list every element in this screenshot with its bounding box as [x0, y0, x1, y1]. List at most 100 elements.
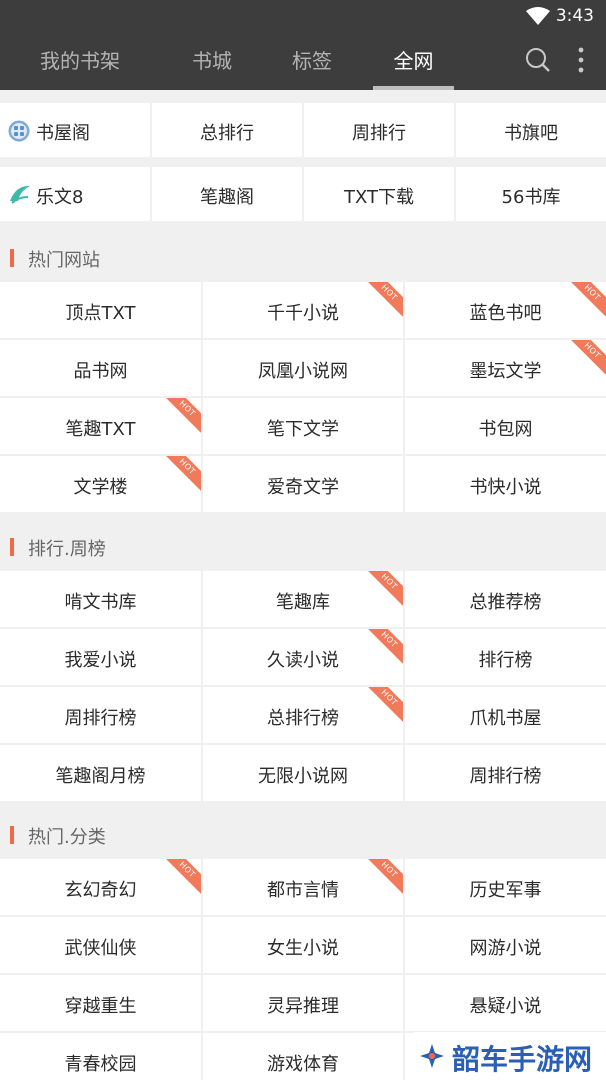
- section-header-hot-sites: 热门网站: [0, 232, 606, 282]
- quick-link-shuqiba[interactable]: 书旗吧: [456, 103, 606, 157]
- grid-item[interactable]: 笔下文学: [203, 398, 403, 454]
- grid-item-label: 游戏体育: [267, 1054, 339, 1075]
- grid-item-label: 笔下文学: [267, 419, 339, 440]
- section-header-weekly-rank: 排行.周榜: [0, 521, 606, 571]
- grid-item[interactable]: 总排行榜 HOT: [203, 687, 403, 743]
- watermark-logo-icon: [420, 1044, 444, 1068]
- grid-item[interactable]: 品书网: [0, 340, 201, 396]
- quick-link-txt-download[interactable]: TXT下载: [304, 167, 454, 221]
- grid-item-label: 武侠仙侠: [64, 938, 137, 959]
- grid-item[interactable]: 无限小说网: [203, 745, 403, 801]
- grid-item[interactable]: 书快小说: [405, 456, 606, 512]
- watermark: 韶车手游网: [414, 1032, 606, 1080]
- section-accent-bar: [10, 826, 14, 844]
- grid-item[interactable]: 都市言情 HOT: [203, 859, 403, 915]
- grid-item-label: 排行榜: [478, 650, 533, 671]
- grid-item[interactable]: 凤凰小说网: [203, 340, 403, 396]
- quick-link-biquge[interactable]: 笔趣阁: [152, 167, 302, 221]
- section-title: 热门网站: [28, 250, 100, 271]
- site-label: 书屋阁: [36, 123, 90, 144]
- grid-item-label: 我爱小说: [64, 650, 137, 671]
- grid-item-label: 无限小说网: [258, 766, 348, 787]
- grid-item[interactable]: 灵异推理: [203, 975, 403, 1031]
- grid-item[interactable]: 爪机书屋: [405, 687, 606, 743]
- grid-item-label: 穿越重生: [64, 996, 137, 1017]
- grid-item[interactable]: 笔趣库 HOT: [203, 571, 403, 627]
- tab-bookshelf[interactable]: 我的书架: [20, 32, 140, 90]
- app-bar: 我的书架 书城 标签 全网: [0, 32, 606, 90]
- grid-item[interactable]: 书包网: [405, 398, 606, 454]
- grid-item-label: 久读小说: [267, 650, 339, 671]
- quick-link-total-rank[interactable]: 总排行: [152, 103, 302, 157]
- site-label: 乐文8: [36, 187, 84, 208]
- watermark-text: 韶车手游网: [452, 1043, 593, 1076]
- site-shuwuge[interactable]: 书屋阁: [0, 103, 150, 157]
- grid-item-label: 啃文书库: [64, 592, 137, 613]
- grid-item[interactable]: 我爱小说: [0, 629, 201, 685]
- grid-item[interactable]: 青春校园: [0, 1033, 201, 1080]
- grid-item-label: 悬疑小说: [469, 996, 542, 1017]
- grid-item[interactable]: 爱奇文学: [203, 456, 403, 512]
- tab-tags[interactable]: 标签: [272, 32, 352, 90]
- grid-item-label: 书快小说: [469, 477, 542, 498]
- tab-whole-web[interactable]: 全网: [373, 32, 454, 90]
- grid-item[interactable]: 蓝色书吧 HOT: [405, 282, 606, 338]
- grid-item[interactable]: 网游小说: [405, 917, 606, 973]
- quick-link-label: 笔趣阁: [200, 187, 254, 208]
- grid-item[interactable]: 游戏体育: [203, 1033, 403, 1080]
- quick-link-label: 周排行: [352, 123, 406, 144]
- grid-item-label: 周排行榜: [469, 766, 542, 787]
- grid-item-label: 文学楼: [73, 477, 128, 498]
- grid-item-label: 周排行榜: [64, 708, 137, 729]
- active-tab-indicator: [373, 86, 454, 90]
- grid-item[interactable]: 顶点TXT: [0, 282, 201, 338]
- grid-item-label: 书包网: [478, 419, 533, 440]
- grid-item-label: 总排行榜: [267, 708, 339, 729]
- grid-item[interactable]: 悬疑小说: [405, 975, 606, 1031]
- grid-item-label: 品书网: [73, 361, 128, 382]
- grid-item-label: 灵异推理: [267, 996, 339, 1017]
- grid-item[interactable]: 排行榜: [405, 629, 606, 685]
- more-vert-icon[interactable]: [572, 46, 590, 74]
- grid-item-label: 历史军事: [469, 880, 542, 901]
- signal-icon: [515, 6, 516, 7]
- grid-item-label: 玄幻奇幻: [64, 880, 137, 901]
- grid-item[interactable]: 笔趣TXT HOT: [0, 398, 201, 454]
- quick-link-56-library[interactable]: 56书库: [456, 167, 606, 221]
- grid-item[interactable]: 玄幻奇幻 HOT: [0, 859, 201, 915]
- tab-bookstore[interactable]: 书城: [172, 32, 252, 90]
- grid-item[interactable]: 武侠仙侠: [0, 917, 201, 973]
- grid-item-label: 笔趣TXT: [65, 419, 136, 440]
- grid-item-label: 蓝色书吧: [469, 303, 542, 324]
- grid-item[interactable]: 笔趣阁月榜: [0, 745, 201, 801]
- grid-item[interactable]: 久读小说 HOT: [203, 629, 403, 685]
- grid-item-label: 千千小说: [267, 303, 339, 324]
- grid-item[interactable]: 文学楼 HOT: [0, 456, 201, 512]
- grid-item[interactable]: 女生小说: [203, 917, 403, 973]
- grid-item-label: 笔趣阁月榜: [55, 766, 146, 787]
- grid-item[interactable]: 周排行榜: [0, 687, 201, 743]
- site-lewen8[interactable]: 乐文8: [0, 167, 150, 221]
- section-accent-bar: [10, 538, 14, 556]
- section-title: 热门.分类: [28, 827, 106, 848]
- grid-item[interactable]: 穿越重生: [0, 975, 201, 1031]
- quick-link-week-rank[interactable]: 周排行: [304, 103, 454, 157]
- quick-link-label: 56书库: [501, 187, 561, 208]
- search-icon[interactable]: [524, 46, 552, 74]
- section-title: 排行.周榜: [28, 539, 106, 560]
- grid-item[interactable]: 千千小说 HOT: [203, 282, 403, 338]
- grid-item[interactable]: 啃文书库: [0, 571, 201, 627]
- grid-item-label: 爱奇文学: [267, 477, 339, 498]
- grid-item-label: 网游小说: [469, 938, 542, 959]
- status-bar: 3:43: [0, 0, 606, 32]
- grid-item-label: 都市言情: [267, 880, 339, 901]
- section-accent-bar: [10, 249, 14, 267]
- grid-item[interactable]: 周排行榜: [405, 745, 606, 801]
- grid-item[interactable]: 总推荐榜: [405, 571, 606, 627]
- grid-item[interactable]: 历史军事: [405, 859, 606, 915]
- status-time: 3:43: [555, 6, 594, 26]
- grid-item-label: 总推荐榜: [469, 592, 542, 613]
- grid-item[interactable]: 墨坛文学 HOT: [405, 340, 606, 396]
- quick-link-label: TXT下载: [343, 187, 414, 208]
- quick-link-label: 书旗吧: [504, 123, 558, 144]
